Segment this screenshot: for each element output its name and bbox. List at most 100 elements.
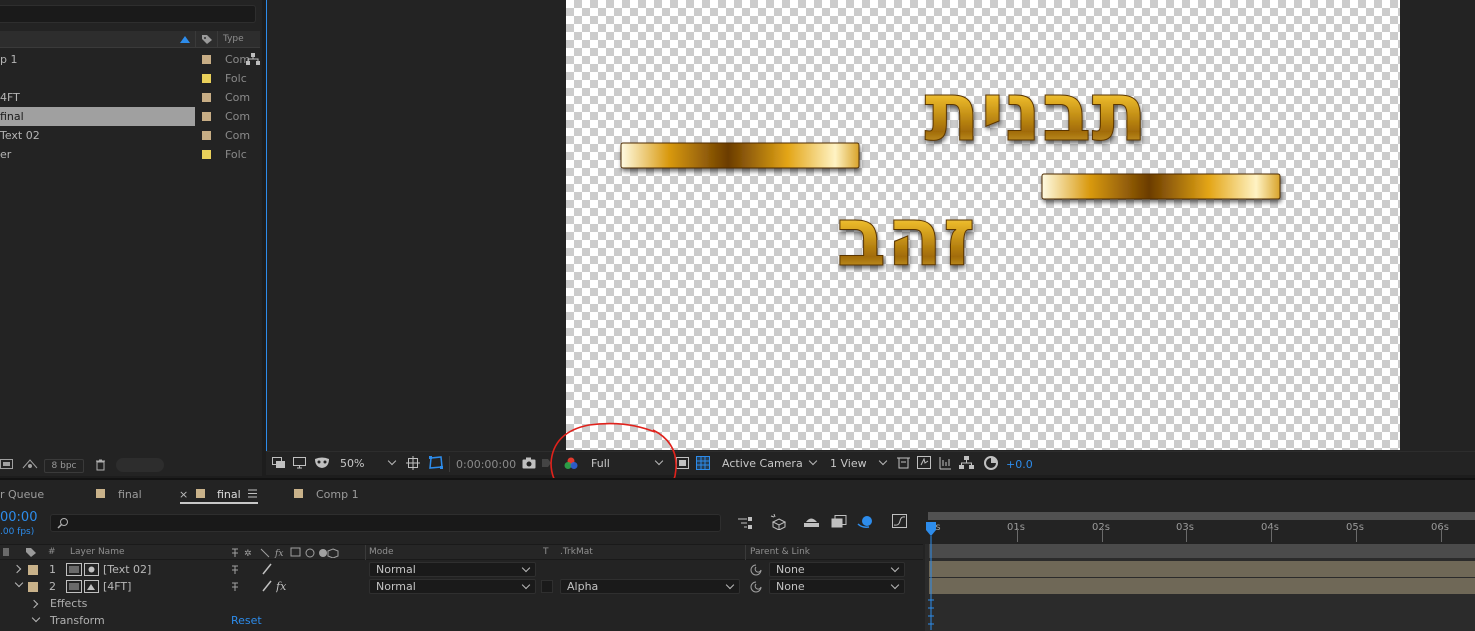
project-item[interactable]: er Folc	[0, 145, 260, 164]
label-color-swatch	[196, 489, 205, 498]
label-color-swatch[interactable]	[202, 93, 211, 102]
chevron-down-icon[interactable]	[31, 613, 41, 623]
close-tab-icon[interactable]: ×	[179, 488, 188, 501]
frame-blending-icon[interactable]	[831, 515, 847, 529]
trkmat-header[interactable]: .TrkMat	[560, 547, 593, 557]
reset-exposure-icon[interactable]	[984, 456, 998, 470]
tab-final-active[interactable]: final	[217, 488, 241, 501]
project-item-selected[interactable]: final Com	[0, 107, 260, 126]
label-tag-icon[interactable]	[201, 34, 213, 45]
mask-path-visibility-icon[interactable]	[428, 455, 444, 470]
layer-row[interactable]: 2 [4FT] fx Normal Alpha None	[0, 578, 923, 595]
motion-blur-icon[interactable]	[857, 514, 874, 529]
reset-transform-link[interactable]: Reset	[231, 614, 262, 627]
parent-dropdown[interactable]: None	[769, 562, 905, 577]
quality-switch-icon[interactable]	[262, 580, 272, 592]
layer-name[interactable]: [4FT]	[103, 580, 131, 593]
project-item[interactable]: 4FT Com	[0, 88, 260, 107]
effects-fx-icon[interactable]: fx	[276, 580, 290, 593]
hebrew-title-line-2: זהב	[836, 190, 975, 285]
panel-menu-icon[interactable]	[248, 489, 257, 498]
tab-comp-1[interactable]: Comp 1	[316, 488, 359, 501]
timeline-search-input[interactable]	[50, 514, 721, 532]
type-column-header[interactable]: Type	[223, 34, 244, 44]
label-color-swatch[interactable]	[202, 150, 211, 159]
sort-ascending-icon[interactable]	[180, 36, 190, 43]
project-item[interactable]: p 1 Com	[0, 50, 260, 69]
label-color-swatch[interactable]	[28, 565, 38, 575]
current-time-display[interactable]: 0:00:00:00	[456, 458, 516, 471]
thumbnail-size-slider[interactable]	[116, 458, 164, 472]
shy-switch-icon[interactable]	[230, 564, 240, 575]
grid-guides-icon[interactable]	[406, 456, 421, 470]
current-time-display[interactable]: 00:00	[0, 510, 37, 525]
project-search-input[interactable]	[0, 5, 256, 23]
graph-editor-icon[interactable]	[892, 514, 908, 529]
hebrew-title-line-1: תבנית	[924, 65, 1147, 160]
pick-whip-icon[interactable]	[750, 564, 762, 576]
comp-flowchart-icon[interactable]	[959, 456, 974, 470]
label-tag-icon[interactable]	[25, 547, 37, 558]
quality-switch-icon[interactable]	[262, 563, 272, 575]
label-color-swatch[interactable]	[202, 55, 211, 64]
mode-header[interactable]: Mode	[369, 547, 394, 557]
layer-column-header: # Layer Name ✲ fx Mode T .TrkMat Parent …	[0, 544, 923, 560]
work-area-bar[interactable]	[928, 512, 1475, 520]
label-color-swatch[interactable]	[202, 74, 211, 83]
label-color-swatch	[294, 489, 303, 498]
blend-mode-dropdown[interactable]: Normal	[369, 562, 536, 577]
layer-name-header[interactable]: Layer Name	[70, 547, 125, 557]
shy-switch-icon[interactable]	[230, 581, 240, 592]
composition-mini-flowchart-icon[interactable]	[737, 516, 753, 530]
3d-view-dropdown[interactable]: Active Camera	[716, 455, 820, 473]
track-matte-dropdown[interactable]: Alpha	[560, 579, 740, 594]
project-column-header: Type	[0, 31, 260, 48]
exposure-value[interactable]: +0.0	[1006, 458, 1033, 471]
hide-shy-layers-icon[interactable]	[803, 515, 820, 529]
mask-icon[interactable]	[314, 457, 330, 469]
layer-duration-bar[interactable]	[929, 561, 1475, 577]
magnification-dropdown[interactable]: 50%	[336, 455, 400, 473]
composition-canvas[interactable]: תבנית זהב	[566, 0, 1400, 450]
layer-duration-bar[interactable]	[929, 578, 1475, 594]
interpret-footage-icon[interactable]	[0, 458, 13, 470]
chevron-down-icon[interactable]	[14, 578, 24, 588]
flowchart-project-icon[interactable]	[22, 458, 38, 470]
view-layout-dropdown[interactable]: 1 View	[826, 455, 890, 473]
chevron-right-icon[interactable]	[12, 564, 22, 574]
transform-group-row[interactable]: Transform Reset	[0, 613, 923, 630]
label-color-swatch[interactable]	[28, 582, 38, 592]
chevron-down-icon	[725, 580, 735, 590]
toggle-pixel-aspect-icon[interactable]	[896, 456, 911, 470]
label-color-swatch[interactable]	[202, 112, 211, 121]
parent-link-header[interactable]: Parent & Link	[750, 547, 810, 557]
project-item[interactable]: Text 02 Com	[0, 126, 260, 145]
draft-3d-icon[interactable]	[770, 514, 788, 530]
preserve-transparency-checkbox[interactable]	[541, 580, 553, 593]
blend-mode-dropdown[interactable]: Normal	[369, 579, 536, 594]
bit-depth-button[interactable]: 8 bpc	[44, 459, 84, 473]
always-preview-icon[interactable]	[272, 457, 286, 469]
pick-whip-icon[interactable]	[750, 581, 762, 593]
effects-group-row[interactable]: Effects	[0, 596, 923, 613]
tab-final[interactable]: final	[118, 488, 142, 501]
trash-icon[interactable]	[95, 459, 106, 471]
gold-title-artwork: תבנית זהב	[620, 65, 1281, 286]
svg-text:fx: fx	[276, 580, 287, 593]
camera-snapshot-icon[interactable]	[522, 457, 536, 469]
flowchart-icon[interactable]	[246, 53, 260, 66]
fast-previews-icon[interactable]	[917, 456, 932, 470]
parent-dropdown[interactable]: None	[769, 579, 905, 594]
chevron-right-icon[interactable]	[29, 599, 39, 609]
tab-render-queue[interactable]: r Queue	[0, 488, 44, 501]
timeline-button-icon[interactable]	[938, 456, 953, 470]
transparency-grid-icon[interactable]	[696, 456, 710, 470]
label-color-swatch[interactable]	[202, 131, 211, 140]
project-footer: 8 bpc	[0, 455, 262, 475]
current-time-indicator[interactable]	[925, 522, 937, 630]
layer-row[interactable]: 1 [Text 02] Normal None	[0, 561, 923, 578]
project-item[interactable]: Folc	[0, 69, 260, 88]
timeline-tab-bar: r Queue final × final Comp 1	[0, 478, 1475, 508]
layer-name[interactable]: [Text 02]	[103, 563, 151, 576]
monitor-icon[interactable]	[293, 457, 306, 469]
